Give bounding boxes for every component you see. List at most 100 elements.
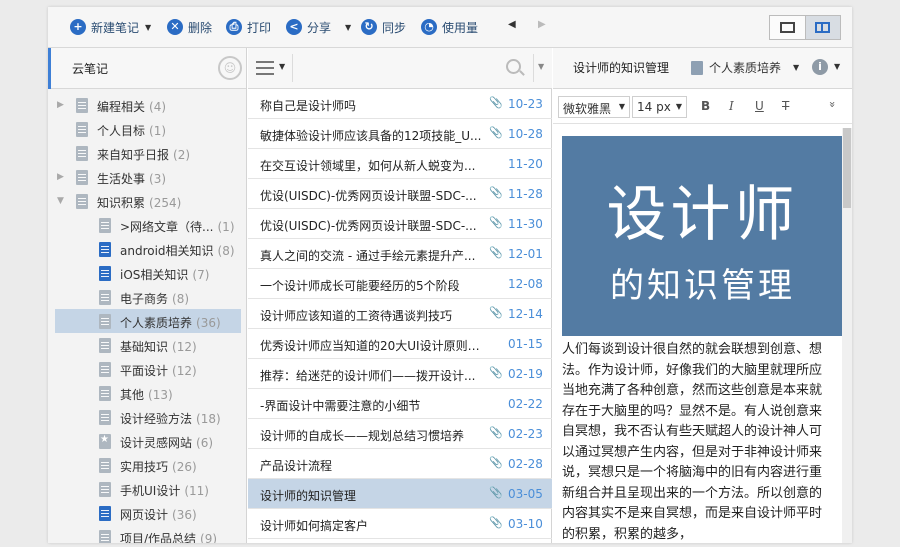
sidebar-item[interactable]: 平面设计 (12) — [48, 357, 246, 381]
sidebar-item[interactable]: ▶ 生活处事 (3) — [48, 165, 246, 189]
sidebar-item-text: 手机UI设计 (11) — [120, 482, 209, 499]
note-list-item[interactable]: 产品设计流程 📎 02-28 — [248, 449, 552, 479]
note-list-item[interactable]: 敏捷体验设计师应该具备的12项技能_U... 📎 10-28 — [248, 119, 552, 149]
note-body[interactable]: 人们每谈到设计很自然的就会联想到创意、想法。作为设计师，好像我们的大脑里就理所应… — [562, 340, 834, 543]
notebook-icon — [99, 266, 111, 281]
paperclip-icon: 📎 — [489, 246, 503, 259]
note-list-item[interactable]: 优秀设计师应当知道的20大UI设计原则_... 01-15 — [248, 329, 552, 359]
note-list-item[interactable]: 优设(UISDC)-优秀网页设计联盟-SDC-... 📎 11-28 — [248, 179, 552, 209]
note-list-item[interactable]: -界面设计中需要注意的小细节 02-22 — [248, 389, 552, 419]
sidebar-item[interactable]: 电子商务 (8) — [48, 285, 246, 309]
note-list-item[interactable]: 一个设计师成长可能要经历的5个阶段 12-08 — [248, 269, 552, 299]
note-date: 10-28 — [508, 127, 543, 141]
font-family-select[interactable]: 微软雅黑 ▼ — [558, 96, 630, 118]
note-date: 03-10 — [508, 517, 543, 531]
sidebar-item[interactable]: 设计经验方法 (18) — [48, 405, 246, 429]
note-list-item[interactable]: 在交互设计领域里，如何从新人蜕变为... 11-20 — [248, 149, 552, 179]
underline-button[interactable]: U — [755, 99, 764, 113]
sidebar-item[interactable]: 个人素质培养 (36) — [55, 309, 241, 333]
chevron-down-icon[interactable]: ▼ — [834, 62, 840, 71]
notebook-icon — [76, 98, 88, 113]
sidebar-item[interactable]: 网页设计 (36) — [48, 501, 246, 525]
avatar-icon[interactable]: ☺ — [218, 56, 242, 80]
sidebar-item[interactable]: 其他 (13) — [48, 381, 246, 405]
sidebar-item-label: 网页设计 — [120, 508, 169, 522]
note-title: 一个设计师成长可能要经历的5个阶段 — [260, 279, 460, 293]
sidebar-item[interactable]: 基础知识 (12) — [48, 333, 246, 357]
notebook-icon — [99, 338, 111, 353]
notebook-icon — [99, 386, 111, 401]
note-date: 12-01 — [508, 247, 543, 261]
editor-scrollbar[interactable] — [842, 128, 852, 543]
note-list-item[interactable]: 设计师的知识管理 📎 03-05 — [248, 479, 552, 509]
usage-button[interactable]: ◔ 使用量 — [421, 17, 478, 37]
notebook-icon — [99, 242, 111, 257]
sidebar-item[interactable]: 来自知乎日报 (2) — [48, 141, 246, 165]
sync-button[interactable]: ↻ 同步 — [361, 17, 406, 37]
expand-right-icon[interactable]: ▶ — [57, 100, 64, 110]
scrollbar-thumb[interactable] — [843, 128, 851, 208]
sidebar-header[interactable]: 云笔记 ☺ — [48, 48, 246, 89]
chevron-down-icon[interactable]: ▼ — [145, 23, 151, 32]
forward-arrow-icon[interactable]: ▶ — [538, 19, 546, 30]
sidebar-item[interactable]: 个人目标 (1) — [48, 117, 246, 141]
share-button[interactable]: < 分享 ▼ — [286, 17, 351, 37]
chevron-down-icon[interactable]: ▼ — [279, 62, 285, 71]
sidebar-item[interactable]: ▼ 知识积累 (254) — [48, 189, 246, 213]
sidebar-item-label: 设计灵感网站 — [120, 436, 193, 450]
chevron-down-icon[interactable]: ▼ — [538, 62, 544, 71]
sidebar-item-text: 基础知识 (12) — [120, 338, 197, 355]
chevron-down-icon: ▼ — [618, 102, 625, 111]
note-list-item[interactable]: 推荐：给迷茫的设计师们——拨开设计... 📎 02-19 — [248, 359, 552, 389]
note-title-field[interactable]: 设计师的知识管理 — [573, 59, 677, 76]
note-list-item[interactable]: 设计师的自成长——规划总结习惯培养 📎 02-23 — [248, 419, 552, 449]
new-note-label: 新建笔记 — [91, 20, 140, 35]
notebook-selector[interactable]: 个人素质培养 ▼ — [691, 59, 799, 76]
sidebar-item-label: iOS相关知识 — [120, 268, 189, 282]
note-list-item[interactable]: 优设(UISDC)-优秀网页设计联盟-SDC-... 📎 11-30 — [248, 209, 552, 239]
sidebar-item-text: 编程相关 (4) — [97, 98, 166, 115]
sidebar-item-count: (11) — [184, 484, 209, 498]
sidebar-item-text: 设计灵感网站 (6) — [120, 434, 213, 451]
more-options-icon[interactable]: » — [826, 101, 839, 108]
strikethrough-button[interactable]: T — [782, 99, 789, 113]
font-size-select[interactable]: 14 px ▼ — [632, 96, 687, 118]
note-list-item[interactable]: 设计师如何搞定客户 📎 03-10 — [248, 509, 552, 539]
chevron-down-icon[interactable]: ▼ — [345, 23, 351, 32]
list-menu-icon[interactable] — [256, 61, 274, 75]
sidebar-item[interactable]: ▶ 编程相关 (4) — [48, 93, 246, 117]
notebook-icon — [99, 218, 111, 233]
usage-label: 使用量 — [442, 20, 479, 35]
sidebar-item-text: 个人目标 (1) — [97, 122, 166, 139]
sidebar-item-count: (8) — [217, 244, 235, 258]
bold-button[interactable]: B — [701, 99, 710, 113]
print-button[interactable]: ⎙ 打印 — [226, 17, 271, 37]
expand-down-icon[interactable]: ▼ — [57, 196, 64, 206]
sidebar-item-text: 来自知乎日报 (2) — [97, 146, 190, 163]
sidebar-item[interactable]: 手机UI设计 (11) — [48, 477, 246, 501]
search-icon[interactable] — [506, 59, 521, 74]
delete-button[interactable]: ✕ 删除 — [167, 17, 212, 37]
italic-button[interactable]: I — [729, 99, 734, 113]
new-note-button[interactable]: + 新建笔记 ▼ — [70, 17, 151, 37]
search-input[interactable] — [292, 54, 534, 82]
sidebar-item-label: 手机UI设计 — [120, 484, 181, 498]
sidebar-item[interactable]: 设计灵感网站(6) — [48, 429, 246, 453]
single-pane-icon — [779, 22, 795, 33]
back-arrow-icon[interactable]: ◀ — [508, 19, 516, 30]
expand-right-icon[interactable]: ▶ — [57, 172, 64, 182]
note-title: 优秀设计师应当知道的20大UI设计原则_... — [260, 339, 482, 353]
sidebar-item[interactable]: android相关知识 (8) — [48, 237, 246, 261]
single-pane-view-button[interactable] — [770, 16, 805, 39]
note-list-item[interactable]: 设计师应该知道的工资待遇谈判技巧 📎 12-14 — [248, 299, 552, 329]
sidebar-item[interactable]: 实用技巧 (26) — [48, 453, 246, 477]
sidebar-item[interactable]: >网络文章（待... (1) — [48, 213, 246, 237]
notebook-icon — [76, 194, 88, 209]
info-icon[interactable]: i — [812, 59, 828, 75]
sidebar-item[interactable]: iOS相关知识 (7) — [48, 261, 246, 285]
split-view-button[interactable] — [804, 16, 840, 39]
notebook-icon — [76, 146, 88, 161]
note-list-item[interactable]: 称自己是设计师吗 📎 10-23 — [248, 89, 552, 119]
note-list-item[interactable]: 真人之间的交流 - 通过手绘元素提升产... 📎 12-01 — [248, 239, 552, 269]
sidebar-item[interactable]: 项目/作品总结 (9) — [48, 525, 246, 543]
